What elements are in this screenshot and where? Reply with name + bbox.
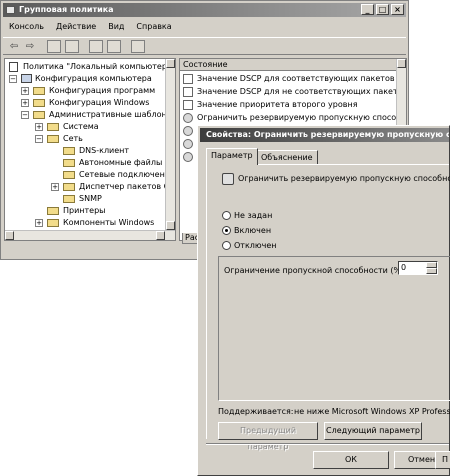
policy-gear-icon <box>222 173 234 185</box>
setting-gear-icon <box>183 126 193 136</box>
radio-not-configured-label[interactable]: Не задан <box>234 211 272 220</box>
help-icon[interactable] <box>131 40 145 53</box>
properties-icon[interactable] <box>89 40 103 53</box>
folder-icon <box>33 99 45 107</box>
menu-action[interactable]: Действие <box>50 19 102 35</box>
scroll-right-icon[interactable] <box>156 231 165 240</box>
dialog-title[interactable]: Свойства: Ограничить резервируемую пропу… <box>200 128 449 142</box>
bandwidth-limit-spinner[interactable]: 0 <box>398 261 438 275</box>
bandwidth-limit-label: Ограничение пропускной способности (%): <box>224 266 407 275</box>
radio-enabled-label[interactable]: Включен <box>234 226 271 235</box>
collapse-icon[interactable]: − <box>9 75 17 83</box>
policy-name: Ограничить резервируемую пропускную спос… <box>238 174 450 183</box>
bandwidth-limit-value[interactable]: 0 <box>401 263 406 272</box>
tab-explain[interactable]: Объяснение <box>256 150 318 164</box>
menu-help[interactable]: Справка <box>130 19 177 35</box>
scroll-down-icon[interactable] <box>166 221 175 230</box>
policy-doc-icon <box>9 62 18 72</box>
expand-icon[interactable]: + <box>21 87 29 95</box>
setting-gear-icon <box>183 139 193 149</box>
scroll-left-icon[interactable] <box>5 231 14 240</box>
folder-icon <box>47 135 59 143</box>
collapse-icon[interactable]: − <box>21 111 29 119</box>
export-list-icon[interactable] <box>107 40 121 53</box>
folder-icon <box>47 219 59 227</box>
radio-disabled-label[interactable]: Отключен <box>234 241 277 250</box>
setting-doc-icon <box>183 74 193 84</box>
scroll-up-icon[interactable] <box>166 59 175 68</box>
folder-icon <box>33 111 45 119</box>
properties-dialog: Свойства: Ограничить резервируемую пропу… <box>197 125 450 476</box>
menu-console[interactable]: Консоль <box>3 19 50 35</box>
setting-gear-icon <box>183 113 193 123</box>
setting-doc-icon <box>183 100 193 110</box>
window-titlebar[interactable]: Групповая политика _ □ × <box>3 3 406 17</box>
collapse-icon[interactable]: − <box>35 135 43 143</box>
folder-open-icon <box>63 183 75 191</box>
tab-setting[interactable]: Параметр <box>206 148 258 165</box>
radio-not-configured[interactable] <box>222 211 231 220</box>
folder-icon <box>63 171 75 179</box>
next-setting-button[interactable]: Следующий параметр <box>324 422 422 440</box>
tree-panel[interactable]: Политика "Локальный компьютер" − Конфигу… <box>4 58 176 241</box>
radio-enabled[interactable] <box>222 226 231 235</box>
folder-icon <box>63 159 75 167</box>
menu-view[interactable]: Вид <box>102 19 130 35</box>
minimize-button[interactable]: _ <box>361 4 374 15</box>
back-arrow-icon[interactable]: ⇦ <box>7 40 21 53</box>
scroll-up-icon[interactable] <box>397 59 406 68</box>
expand-icon[interactable]: + <box>35 123 43 131</box>
show-hide-tree-icon[interactable] <box>65 40 79 53</box>
maximize-button[interactable]: □ <box>376 4 389 15</box>
toolbar: ⇦ ⇨ <box>3 37 406 55</box>
menu-bar: Консоль Действие Вид Справка <box>3 19 406 35</box>
computer-icon <box>21 74 32 83</box>
app-icon <box>6 6 15 14</box>
forward-arrow-icon[interactable]: ⇨ <box>23 40 37 53</box>
folder-icon <box>63 147 75 155</box>
setting-gear-icon <box>183 152 193 162</box>
spin-down-icon[interactable] <box>426 268 437 274</box>
close-button[interactable]: × <box>391 4 404 15</box>
window-title: Групповая политика <box>19 5 114 14</box>
dialog-separator <box>206 443 449 445</box>
up-folder-icon[interactable] <box>47 40 61 53</box>
expand-icon[interactable]: + <box>35 219 43 227</box>
folder-icon <box>47 123 59 131</box>
ok-button[interactable]: ОК <box>313 451 389 469</box>
supported-on-value: не ниже Microsoft Windows XP Professiona… <box>294 407 450 416</box>
setting-doc-icon <box>183 87 193 97</box>
expand-icon[interactable]: + <box>51 183 59 191</box>
tree-horizontal-scrollbar[interactable] <box>5 230 175 240</box>
supported-on-label: Поддерживается: <box>218 407 294 416</box>
tree-vertical-scrollbar[interactable] <box>165 59 175 230</box>
folder-icon <box>47 207 59 215</box>
previous-setting-button[interactable]: Предыдущий параметр <box>218 422 318 451</box>
apply-button[interactable]: П <box>435 451 450 469</box>
setting-options-box <box>218 256 450 401</box>
expand-icon[interactable]: + <box>21 99 29 107</box>
radio-disabled[interactable] <box>222 241 231 250</box>
folder-icon <box>63 195 75 203</box>
folder-icon <box>33 87 45 95</box>
list-column-header[interactable]: Состояние <box>180 59 406 71</box>
